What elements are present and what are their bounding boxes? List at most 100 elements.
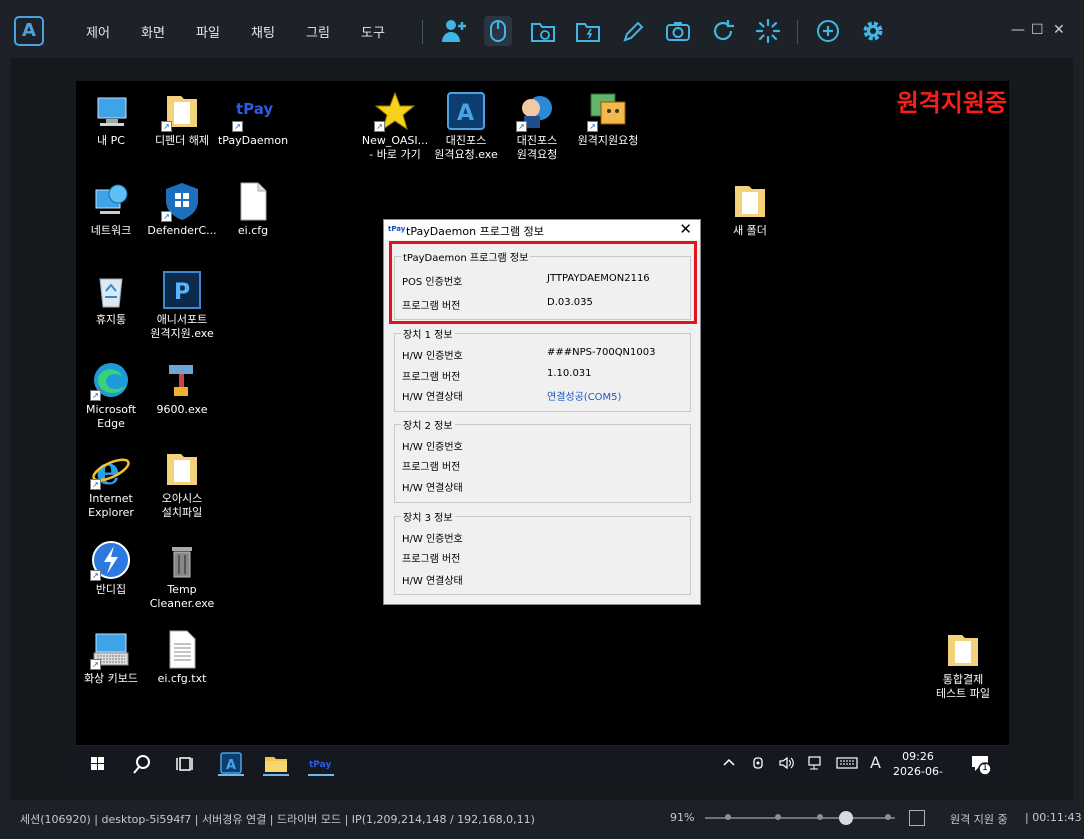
hw-connection-label: H/W 연결상태 [402, 392, 463, 403]
group-title: 장치 2 정보 [401, 417, 455, 432]
folder-transfer-icon[interactable] [574, 16, 602, 46]
task-view-icon[interactable] [173, 752, 199, 776]
windows-taskbar: A tPay A 09:26 2026-06- 1 [76, 745, 1009, 781]
windows-start-icon[interactable] [85, 752, 111, 776]
svg-text:tPay: tPay [236, 100, 273, 118]
fit-screen-icon[interactable] [909, 810, 925, 826]
zoom-tick [775, 814, 781, 820]
desktop-icon-on-screen-keyboard[interactable]: ↗ 화상 키보드 [76, 628, 148, 686]
remote-request-icon: ↗ [587, 90, 629, 132]
close-button[interactable]: ✕ [1053, 22, 1065, 38]
taskbar-clock[interactable]: 09:26 2026-06-02 [888, 749, 948, 781]
meeting-icon[interactable] [751, 755, 765, 775]
folder-icon [942, 629, 984, 671]
bandizip-icon: ↗ [90, 539, 132, 581]
app-logo: A [14, 16, 44, 46]
desktop-icon-ei-cfg[interactable]: ei.cfg [216, 180, 290, 238]
file-icon [232, 180, 274, 222]
zoom-tick [725, 814, 731, 820]
desktop-icon-internet-explorer[interactable]: e ↗ Internet Explorer [76, 448, 148, 520]
taskbar-remote-app-icon[interactable]: A [218, 752, 244, 776]
anysupport-icon: P [161, 269, 203, 311]
clock-time: 09:26 [902, 750, 934, 763]
gear-icon[interactable] [859, 16, 887, 46]
desktop-icon-temp-cleaner[interactable]: Temp Cleaner.exe [145, 539, 219, 611]
input-method-indicator[interactable]: A [870, 753, 881, 772]
search-icon[interactable] [129, 752, 155, 776]
zoom-slider-handle[interactable] [839, 811, 854, 825]
folder-upload-icon[interactable] [529, 16, 557, 46]
refresh-icon[interactable] [709, 16, 737, 46]
maximize-button[interactable]: ☐ [1031, 22, 1044, 38]
desktop-icon-anysupport[interactable]: P 애니서포트 원격지원.exe [145, 269, 219, 341]
taskbar-file-explorer-icon[interactable] [263, 752, 289, 776]
desktop-icon-new-oasis-shortcut[interactable]: ↗ New_OASI... - 바로 가기 [358, 90, 432, 162]
network-icon [90, 180, 132, 222]
hw-auth-label: H/W 인증번호 [402, 351, 463, 362]
desktop-icon-my-pc[interactable]: 내 PC [76, 90, 148, 148]
elapsed-time: | 00:11:43 [1025, 811, 1082, 824]
hw-connection-value: 연결성공(COM5) [547, 392, 622, 403]
svg-text:P: P [174, 280, 190, 305]
desktop-icon-remote-request[interactable]: ↗ 원격지원요청 [571, 90, 645, 148]
menu-tools[interactable]: 도구 [361, 22, 385, 41]
chevron-up-icon[interactable] [722, 755, 736, 773]
desktop-icon-edge[interactable]: ↗ Microsoft Edge [76, 359, 148, 431]
program-version-value: 1.10.031 [547, 368, 592, 379]
group-title: 장치 1 정보 [401, 326, 455, 341]
dialog-close-button[interactable]: ✕ [679, 220, 692, 238]
remote-desktop[interactable]: 원격지원중 내 PC ↗ 디펜더 해제 tPay ↗ tPayDaemon ↗ N… [76, 81, 1009, 781]
desktop-icon-tpaydaemon[interactable]: tPay ↗ tPayDaemon [216, 90, 290, 148]
desktop-icon-defenderc[interactable]: ↗ DefenderC... [145, 180, 219, 238]
taskbar-tpay-icon[interactable]: tPay [308, 752, 334, 776]
star-icon: ↗ [374, 90, 416, 132]
menu-file[interactable]: 파일 [196, 22, 220, 41]
notification-center-icon[interactable]: 1 [970, 753, 996, 777]
volume-icon[interactable] [778, 755, 796, 775]
add-user-icon[interactable] [440, 16, 468, 46]
session-info: 세션(106920) | desktop-5i594f7 | 서버경유 연결 |… [20, 813, 535, 826]
hw-auth-value: ###NPS-700QN1003 [547, 347, 656, 358]
desktop-icon-defender-off[interactable]: ↗ 디펜더 해제 [145, 90, 219, 148]
desktop-icon-9600[interactable]: 9600.exe [145, 359, 219, 417]
desktop-icon-oasis-setup[interactable]: 오아시스 설치파일 [145, 448, 219, 520]
desktop-icon-integrated-payment-test[interactable]: 통합결제 테스트 파일 [926, 629, 1000, 701]
recycle-bin-icon [90, 269, 132, 311]
desktop-icon-recycle-bin[interactable]: 휴지통 [76, 269, 148, 327]
device-1-group: 장치 1 정보 H/W 인증번호 ###NPS-700QN1003 프로그램 버… [394, 326, 691, 412]
support-agent-icon: ↗ [516, 90, 558, 132]
keyboard-tray-icon[interactable] [836, 755, 858, 775]
highlight-box [389, 241, 697, 324]
desktop-icon-daejin-remote-exe[interactable]: A 대진포스 원격요청.exe [429, 90, 503, 162]
pen-icon[interactable] [619, 16, 647, 46]
camera-icon[interactable] [664, 16, 692, 46]
dialog-titlebar[interactable]: tPay tPayDaemon 프로그램 정보 ✕ [384, 220, 700, 240]
minimize-button[interactable]: — [1011, 22, 1025, 38]
zoom-slider[interactable] [705, 811, 895, 825]
zoom-level: 91% [670, 811, 695, 824]
notification-count: 1 [982, 763, 988, 773]
desktop-icon-daejin-remote[interactable]: ↗ 대진포스 원격요청 [500, 90, 574, 162]
loading-icon[interactable] [754, 16, 782, 46]
network-tray-icon[interactable] [807, 755, 825, 775]
device-3-group: 장치 3 정보 H/W 인증번호 프로그램 버전 H/W 연결상태 [394, 509, 691, 595]
hw-auth-label: H/W 인증번호 [402, 442, 463, 453]
edge-icon: ↗ [90, 359, 132, 401]
defender-icon: ↗ [161, 180, 203, 222]
menu-draw[interactable]: 그림 [306, 22, 330, 41]
desktop-icon-bandizip[interactable]: ↗ 반디집 [76, 539, 148, 597]
desktop-icon-new-folder[interactable]: 새 폴더 [713, 180, 787, 238]
clock-date: 2026-06-02 [893, 765, 943, 781]
menu-control[interactable]: 제어 [86, 22, 110, 41]
folder-icon [161, 448, 203, 490]
desktop-icon-ei-cfg-txt[interactable]: ei.cfg.txt [145, 628, 219, 686]
menu-screen[interactable]: 화면 [141, 22, 165, 41]
desktop-icon-network[interactable]: 네트워크 [76, 180, 148, 238]
program-version-label: 프로그램 버전 [402, 462, 461, 473]
hw-connection-label: H/W 연결상태 [402, 576, 463, 587]
menu-chat[interactable]: 채팅 [251, 22, 275, 41]
hammer-icon [161, 359, 203, 401]
add-circle-icon[interactable] [814, 16, 842, 46]
mouse-icon[interactable] [484, 16, 512, 46]
ie-icon: e ↗ [90, 448, 132, 493]
